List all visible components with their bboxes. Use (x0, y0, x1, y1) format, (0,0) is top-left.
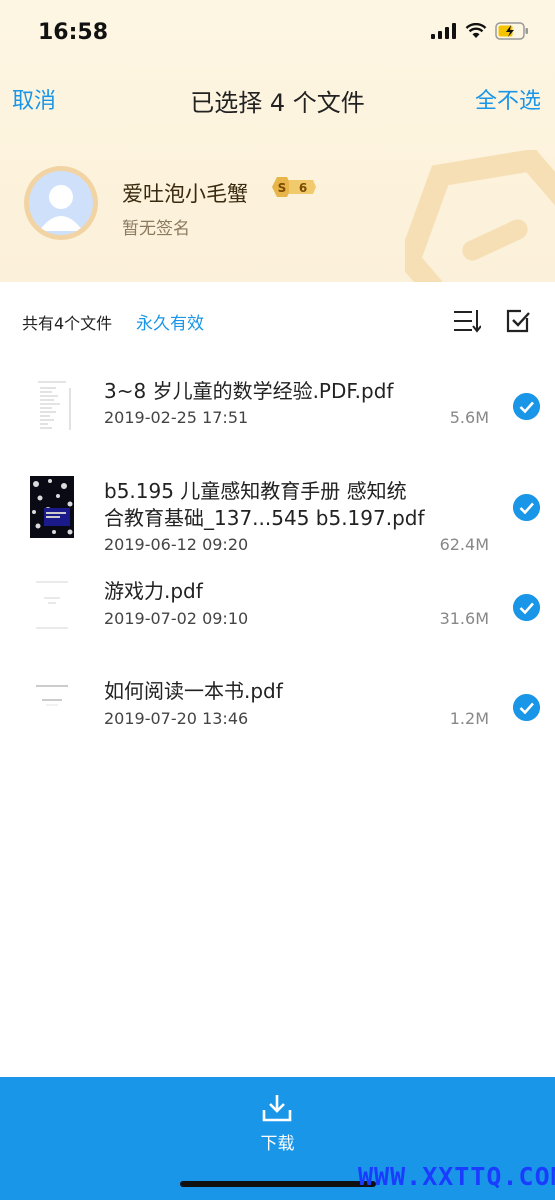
page-title: 已选择 4 个文件 (190, 89, 365, 117)
file-date: 2019-07-20 13:46 (104, 709, 249, 728)
validity-label[interactable]: 永久有效 (136, 309, 204, 334)
multi-select-icon[interactable] (505, 308, 531, 334)
watermark: WWW.XXTTQ.COM (358, 1162, 555, 1191)
file-thumbnail (30, 678, 74, 734)
file-size: 1.2M (449, 709, 489, 728)
file-date: 2019-02-25 17:51 (104, 408, 249, 427)
download-label: 下载 (260, 1134, 295, 1154)
status-bar: 16:58 (0, 0, 555, 66)
wifi-icon (465, 23, 487, 38)
checkmark-icon[interactable] (513, 694, 540, 721)
signal-icon (431, 23, 456, 39)
list-item[interactable]: 如何阅读一本书.pdf 2019-07-20 13:46 1.2M (0, 670, 555, 740)
list-item[interactable]: b5.195 儿童感知教育手册 感知统 合教育基础_137...545 b5.1… (0, 470, 555, 560)
file-thumbnail (30, 576, 74, 632)
checkmark-icon[interactable] (513, 494, 540, 521)
file-name: 3~8 岁儿童的数学经验.PDF.pdf (104, 379, 394, 403)
file-thumbnail (30, 476, 74, 538)
file-name: 如何阅读一本书.pdf (104, 679, 283, 703)
level-badge-icon: S 6 (272, 177, 316, 197)
file-name-line-1: b5.195 儿童感知教育手册 感知统 (104, 479, 407, 503)
level-symbol: S (278, 181, 287, 195)
file-size: 31.6M (439, 609, 489, 628)
level-number: 6 (299, 181, 307, 195)
file-summary-row: 共有4个文件 永久有效 (0, 298, 555, 342)
file-date: 2019-07-02 09:10 (104, 609, 249, 628)
user-name: 爱吐泡小毛蟹 (122, 182, 248, 206)
sort-icon[interactable] (453, 308, 481, 334)
file-date: 2019-06-12 09:20 (104, 535, 249, 554)
avatar[interactable] (24, 166, 98, 240)
file-count: 共有4个文件 (22, 314, 113, 333)
user-signature: 暂无签名 (122, 219, 190, 239)
list-item[interactable]: 3~8 岁儿童的数学经验.PDF.pdf 2019-02-25 17:51 5.… (0, 366, 555, 446)
decorative-hexagon-icon (405, 150, 555, 282)
status-icons (431, 22, 529, 40)
deselect-all-button[interactable]: 全不选 (475, 83, 541, 115)
file-name-line-2: 合教育基础_137...545 b5.197.pdf (104, 506, 425, 530)
file-size: 62.4M (439, 535, 489, 554)
list-item[interactable]: 游戏力.pdf 2019-07-02 09:10 31.6M (0, 570, 555, 640)
file-thumbnail (30, 378, 74, 434)
battery-charging-icon (495, 22, 528, 40)
navigation-bar: 取消 已选择 4 个文件 全不选 (0, 74, 555, 122)
checkmark-icon[interactable] (513, 393, 540, 420)
checkmark-icon[interactable] (513, 594, 540, 621)
home-indicator (180, 1181, 376, 1187)
download-icon (262, 1095, 292, 1122)
status-time: 16:58 (38, 20, 109, 45)
file-size: 5.6M (449, 408, 489, 427)
default-avatar-icon (29, 171, 93, 235)
file-name: 游戏力.pdf (104, 579, 203, 603)
